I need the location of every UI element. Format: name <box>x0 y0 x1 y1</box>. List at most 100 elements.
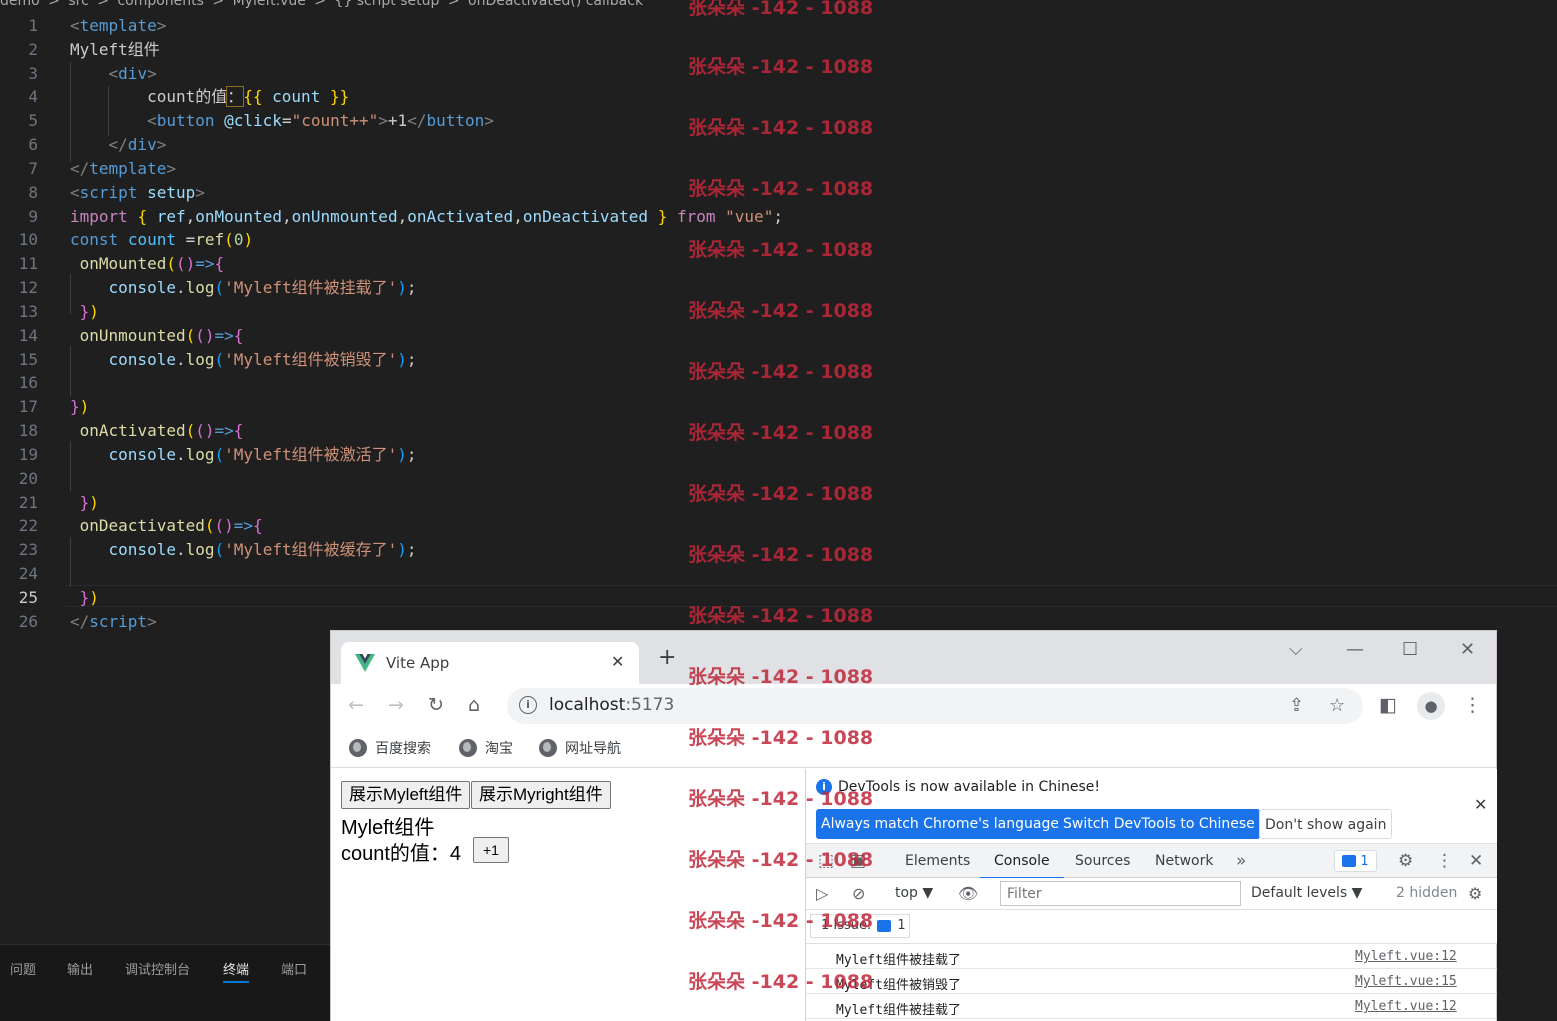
url-text[interactable]: localhost:5173 <box>549 695 674 715</box>
bookmark-item[interactable]: 淘宝 <box>459 738 513 758</box>
bookmark-star-icon[interactable]: ☆ <box>1329 695 1345 716</box>
dont-show-again-button[interactable]: Don't show again <box>1259 809 1393 839</box>
hidden-count: 2 hidden <box>1396 885 1458 901</box>
menu-kebab-icon[interactable]: ⋮ <box>1463 694 1482 716</box>
console-log-row: Myleft组件被销毁了 Myleft.vue:15 <box>806 969 1497 994</box>
breadcrumb-separator: > <box>97 0 109 9</box>
share-icon[interactable]: ⇪ <box>1289 695 1304 716</box>
code-line: 15 console.log('Myleft组件被销毁了'); <box>0 348 1557 372</box>
breadcrumb-item[interactable]: demo <box>0 0 40 9</box>
close-window-icon[interactable]: ✕ <box>1460 639 1475 660</box>
console-settings-gear-icon[interactable]: ⚙ <box>1468 884 1482 903</box>
line-number: 2 <box>28 39 38 59</box>
code-line: 4 count的值：{{ count }} <box>0 85 1557 109</box>
code-line: 1 <template> <box>0 14 1557 38</box>
sidebar-toggle-icon[interactable]: ▷ <box>816 884 828 903</box>
breadcrumb-item[interactable]: components <box>117 0 204 9</box>
clear-console-icon[interactable]: ⊘ <box>852 884 865 903</box>
new-tab-icon[interactable]: + <box>658 645 676 670</box>
minimize-icon[interactable]: — <box>1346 639 1364 660</box>
log-source-link[interactable]: Myleft.vue:12 <box>1355 949 1457 964</box>
match-language-button[interactable]: Always match Chrome's language <box>816 809 1064 839</box>
context-select[interactable]: top ▼ <box>895 885 933 901</box>
tab-console[interactable]: Console <box>980 853 1064 879</box>
line-number: 15 <box>18 349 38 369</box>
globe-icon <box>459 739 477 757</box>
line-number: 9 <box>28 206 38 226</box>
breadcrumb[interactable]: demo > src > components > Myleft.vue > {… <box>0 0 1000 11</box>
line-number: 20 <box>18 468 38 488</box>
code-lines[interactable]: 1 <template> 2 Myleft组件 3 <div> 4 count的值：… <box>0 14 1557 634</box>
live-expression-eye-icon[interactable]: 👁 <box>958 884 978 903</box>
line-number-active: 25 <box>18 587 38 607</box>
switch-chinese-button[interactable]: Switch DevTools to Chinese <box>1058 809 1260 839</box>
browser-window: Vite App ✕ + ⌵ — ☐ ✕ ← → ↻ ⌂ i localhost… <box>330 630 1497 1021</box>
inspect-icon[interactable]: ⬚ <box>818 851 834 871</box>
code-line: 11 onMounted(()=>{ <box>0 252 1557 276</box>
show-myright-button[interactable]: 展示Myright组件 <box>471 781 611 809</box>
tab-elements[interactable]: Elements <box>905 853 970 869</box>
tab-network[interactable]: Network <box>1155 853 1213 869</box>
line-number: 3 <box>28 63 38 83</box>
code-line: 21 }) <box>0 491 1557 515</box>
breadcrumb-separator: > <box>314 0 327 9</box>
address-bar[interactable]: i localhost:5173 ⇪ ☆ <box>507 688 1363 724</box>
show-myleft-button[interactable]: 展示Myleft组件 <box>341 781 471 809</box>
log-source-link[interactable]: Myleft.vue:12 <box>1355 999 1457 1014</box>
panel-tab-debug-console[interactable]: 调试控制台 <box>125 959 190 978</box>
line-number: 1 <box>28 16 38 35</box>
tab-strip: Vite App ✕ + ⌵ — ☐ ✕ <box>331 631 1496 684</box>
bookmark-item[interactable]: 百度搜索 <box>349 738 431 758</box>
bookmark-item[interactable]: 网址导航 <box>539 738 621 758</box>
filter-input[interactable] <box>1000 881 1241 906</box>
panel-tab-problems[interactable]: 问题 <box>10 959 36 978</box>
tab-search-icon[interactable]: ⌵ <box>1289 639 1303 660</box>
profile-avatar-icon[interactable]: ● <box>1417 692 1445 720</box>
code-line: 19 console.log('Myleft组件被激活了'); <box>0 443 1557 467</box>
log-source-link[interactable]: Myleft.vue:15 <box>1355 974 1457 989</box>
close-devtools-icon[interactable]: ✕ <box>1469 851 1483 871</box>
issues-link[interactable]: 1 Issue: 1 <box>810 914 910 938</box>
vue-logo-icon <box>355 654 375 672</box>
reload-icon[interactable]: ↻ <box>428 694 444 716</box>
breadcrumb-separator: > <box>48 0 60 9</box>
breadcrumb-item[interactable]: onDeactivated() callback <box>468 0 643 9</box>
panel-tab-output[interactable]: 输出 <box>67 959 93 978</box>
tab-sources[interactable]: Sources <box>1075 853 1130 869</box>
panel-tab-ports[interactable]: 端口 <box>281 959 307 978</box>
more-tabs-icon[interactable]: » <box>1236 851 1246 871</box>
home-icon[interactable]: ⌂ <box>468 694 480 716</box>
breadcrumb-item[interactable]: Myleft.vue <box>233 0 306 9</box>
forward-icon[interactable]: → <box>388 694 404 716</box>
console-log-row: Myleft组件被挂载了 Myleft.vue:12 <box>806 944 1497 969</box>
back-icon[interactable]: ← <box>348 694 364 716</box>
site-info-icon[interactable]: i <box>519 696 537 714</box>
increment-button[interactable]: +1 <box>473 837 509 863</box>
breadcrumb-item[interactable]: src <box>68 0 88 9</box>
console-log-row: Myleft组件被挂载了 Myleft.vue:12 <box>806 994 1497 1019</box>
line-number: 14 <box>18 325 38 345</box>
console-toolbar: ▷ ⊘ top ▼ 👁 Default levels ▼ 2 hidden ⚙ <box>806 878 1497 910</box>
code-line: 13 }) <box>0 300 1557 324</box>
message-icon <box>877 920 892 932</box>
breadcrumb-item[interactable]: {} script setup <box>334 0 439 9</box>
device-toolbar-icon[interactable]: ▣ <box>850 851 866 871</box>
code-line: 2 Myleft组件 <box>0 38 1557 62</box>
panel-tab-terminal[interactable]: 终端 <box>223 959 250 983</box>
issues-badge[interactable]: 1 <box>1334 850 1377 872</box>
code-line: 3 <div> <box>0 62 1557 86</box>
browser-tab[interactable]: Vite App ✕ <box>341 642 639 684</box>
line-number: 11 <box>18 254 38 274</box>
log-message: Myleft组件被挂载了 <box>836 953 961 968</box>
tab-close-icon[interactable]: ✕ <box>611 652 624 671</box>
maximize-icon[interactable]: ☐ <box>1402 639 1418 660</box>
close-icon[interactable]: ✕ <box>1474 795 1487 814</box>
code-line: 5 <button @click="count++">+1</button> <box>0 109 1557 133</box>
code-line: 12 console.log('Myleft组件被挂载了'); <box>0 276 1557 300</box>
more-options-icon[interactable]: ⋮ <box>1436 851 1453 871</box>
settings-gear-icon[interactable]: ⚙ <box>1398 851 1413 871</box>
line-number: 26 <box>18 611 38 631</box>
log-message: Myleft组件被挂载了 <box>836 1003 961 1018</box>
log-levels-select[interactable]: Default levels ▼ <box>1251 885 1362 901</box>
side-panel-icon[interactable]: ◧ <box>1379 694 1397 716</box>
